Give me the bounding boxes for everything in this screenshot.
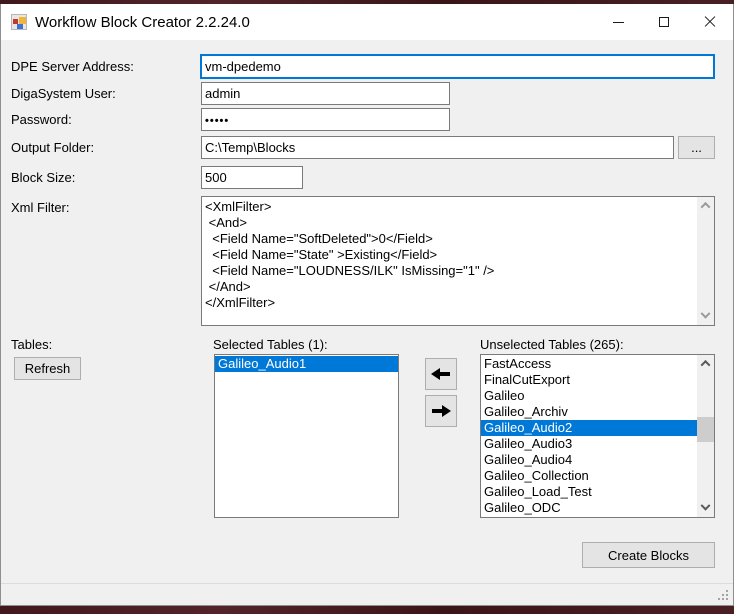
- selected-tables-listbox[interactable]: Galileo_Audio1: [214, 354, 399, 518]
- scroll-up-button[interactable]: [697, 197, 714, 214]
- output-folder-input[interactable]: [201, 136, 674, 159]
- maximize-icon: [659, 17, 669, 27]
- list-item[interactable]: Galileo_Audio2: [481, 420, 697, 436]
- scroll-down-button[interactable]: [697, 308, 714, 325]
- list-item[interactable]: Galileo_Collection: [481, 468, 697, 484]
- scrollbar-thumb[interactable]: [697, 417, 714, 442]
- block-size-label: Block Size:: [11, 170, 75, 185]
- chevron-down-icon: [701, 501, 711, 511]
- list-item[interactable]: Galileo: [481, 388, 697, 404]
- unselected-tables-label: Unselected Tables (265):: [480, 337, 624, 352]
- unselected-tables-items: FastAccessFinalCutExportGalileoGalileo_A…: [481, 356, 697, 517]
- titlebar: Workflow Block Creator 2.2.24.0: [1, 4, 733, 40]
- app-window: Workflow Block Creator 2.2.24.0 DPE Serv…: [0, 4, 734, 606]
- xml-filter-label: Xml Filter:: [11, 200, 70, 215]
- list-item[interactable]: Galileo_Archiv: [481, 404, 697, 420]
- status-strip: [1, 583, 733, 605]
- chevron-down-icon: [701, 309, 711, 319]
- unselected-tables-listbox[interactable]: FastAccessFinalCutExportGalileoGalileo_A…: [480, 354, 715, 518]
- unselected-tables-scrollbar[interactable]: [697, 355, 714, 517]
- browse-output-folder-button[interactable]: ...: [678, 136, 715, 159]
- app-icon-yellow-square: [19, 17, 26, 24]
- minimize-button[interactable]: [595, 4, 641, 40]
- list-item[interactable]: Galileo_Audio1: [215, 356, 398, 372]
- password-label: Password:: [11, 112, 72, 127]
- refresh-button[interactable]: Refresh: [14, 357, 81, 380]
- dpe-server-input[interactable]: [200, 54, 715, 79]
- move-to-unselected-button[interactable]: [425, 395, 457, 427]
- create-blocks-button[interactable]: Create Blocks: [582, 542, 715, 568]
- tables-label: Tables:: [11, 337, 52, 352]
- move-to-selected-button[interactable]: [425, 358, 457, 390]
- window-title: Workflow Block Creator 2.2.24.0: [35, 14, 250, 31]
- selected-tables-label: Selected Tables (1):: [213, 337, 328, 352]
- chevron-up-icon: [701, 360, 711, 370]
- minimize-icon: [613, 22, 624, 23]
- chevron-up-icon: [701, 202, 711, 212]
- list-item[interactable]: FastAccess: [481, 356, 697, 372]
- scroll-down-button[interactable]: [697, 500, 714, 517]
- output-folder-label: Output Folder:: [11, 140, 94, 155]
- app-icon: [11, 14, 27, 30]
- desktop-background: Workflow Block Creator 2.2.24.0 DPE Serv…: [0, 0, 734, 614]
- list-item[interactable]: Galileo_Audio3: [481, 436, 697, 452]
- list-item[interactable]: Galileo_Load_Test: [481, 484, 697, 500]
- selected-tables-items: Galileo_Audio1: [215, 356, 398, 517]
- dpe-server-label: DPE Server Address:: [11, 59, 134, 74]
- form-client-area: DPE Server Address: DigaSystem User: Pas…: [1, 40, 733, 605]
- password-input[interactable]: [201, 108, 450, 131]
- list-item[interactable]: Galileo_Audio4: [481, 452, 697, 468]
- caption-buttons: [595, 4, 733, 40]
- diga-user-input[interactable]: [201, 82, 450, 105]
- resize-grip[interactable]: [726, 598, 728, 600]
- diga-user-label: DigaSystem User:: [11, 86, 116, 101]
- close-button[interactable]: [687, 4, 733, 40]
- list-item[interactable]: FinalCutExport: [481, 372, 697, 388]
- xml-filter-content: <XmlFilter> <And> <Field Name="SoftDelet…: [205, 199, 694, 323]
- arrow-right-icon: [431, 405, 451, 417]
- scroll-up-button[interactable]: [697, 355, 714, 372]
- arrow-left-icon: [431, 368, 451, 380]
- app-icon-blue-square: [17, 24, 23, 29]
- list-item[interactable]: Galileo_ODC: [481, 500, 697, 516]
- xml-filter-scrollbar[interactable]: [697, 197, 714, 325]
- maximize-button[interactable]: [641, 4, 687, 40]
- block-size-input[interactable]: [201, 166, 303, 189]
- close-icon: [704, 16, 716, 28]
- xml-filter-textbox[interactable]: <XmlFilter> <And> <Field Name="SoftDelet…: [201, 196, 715, 326]
